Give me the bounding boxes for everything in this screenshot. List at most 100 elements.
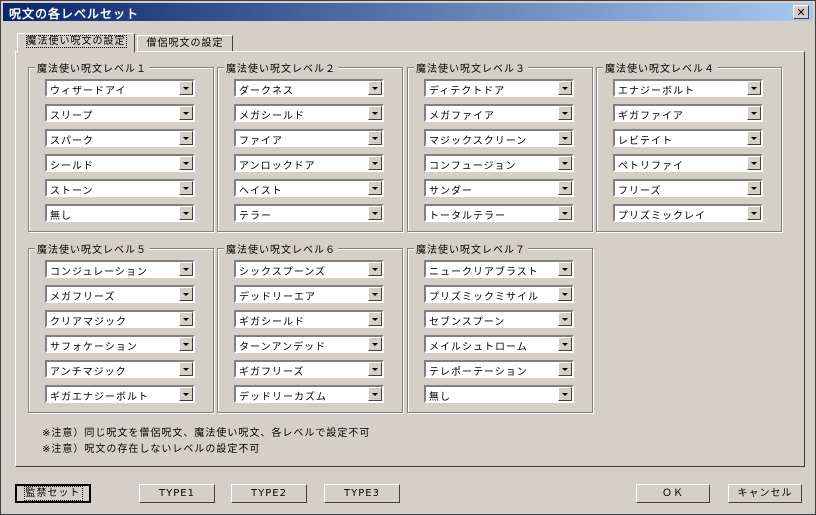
window-title: 呪文の各レベルセット — [9, 7, 140, 21]
spell-select[interactable]: 無し — [424, 385, 574, 403]
spell-select[interactable]: ギガファイア — [613, 104, 763, 122]
chevron-down-icon[interactable] — [368, 312, 382, 326]
spell-select[interactable]: エナジーボルト — [613, 79, 763, 97]
spell-select[interactable]: セブンスプーン — [424, 310, 574, 328]
spell-select[interactable]: ディテクトドア — [424, 79, 574, 97]
spell-select-value: フリーズ — [618, 186, 662, 197]
chevron-down-icon[interactable] — [558, 206, 572, 220]
type2-button[interactable]: TYPE2 — [231, 484, 307, 503]
spell-select[interactable]: ギガエナジーボルト — [45, 385, 195, 403]
preset-button[interactable]: 監禁セット — [15, 484, 91, 503]
spell-select[interactable]: フリーズ — [613, 179, 763, 197]
spell-select[interactable]: ギガシールド — [234, 310, 384, 328]
chevron-down-icon[interactable] — [558, 337, 572, 351]
spell-select[interactable]: スパーク — [45, 129, 195, 147]
tab-priest-spells[interactable]: 僧侶呪文の設定 — [137, 35, 233, 52]
chevron-down-icon[interactable] — [747, 206, 761, 220]
chevron-down-icon[interactable] — [368, 181, 382, 195]
chevron-down-icon[interactable] — [179, 387, 193, 401]
spell-select[interactable]: レビテイト — [613, 129, 763, 147]
chevron-down-icon[interactable] — [558, 131, 572, 145]
spell-select[interactable]: デッドリーエア — [234, 285, 384, 303]
chevron-down-icon[interactable] — [558, 287, 572, 301]
chevron-down-icon[interactable] — [558, 387, 572, 401]
chevron-down-icon[interactable] — [179, 81, 193, 95]
spell-select[interactable]: メガフリーズ — [45, 285, 195, 303]
spell-select[interactable]: メガシールド — [234, 104, 384, 122]
chevron-down-icon[interactable] — [558, 362, 572, 376]
chevron-down-icon[interactable] — [368, 156, 382, 170]
chevron-down-icon[interactable] — [558, 181, 572, 195]
chevron-down-icon[interactable] — [179, 131, 193, 145]
chevron-down-icon[interactable] — [179, 287, 193, 301]
chevron-down-icon[interactable] — [747, 106, 761, 120]
spell-select[interactable]: ターンアンデッド — [234, 335, 384, 353]
spell-select[interactable]: サフォケーション — [45, 335, 195, 353]
spell-select-value: スパーク — [50, 136, 94, 147]
chevron-down-icon[interactable] — [368, 206, 382, 220]
chevron-down-icon[interactable] — [558, 262, 572, 276]
spell-select[interactable]: クリアマジック — [45, 310, 195, 328]
chevron-down-icon[interactable] — [368, 262, 382, 276]
chevron-down-icon[interactable] — [368, 106, 382, 120]
chevron-down-icon[interactable] — [179, 156, 193, 170]
spell-select[interactable]: ダークネス — [234, 79, 384, 97]
spell-select-value: トータルテラー — [429, 211, 506, 222]
spell-select[interactable]: マジックスクリーン — [424, 129, 574, 147]
close-button[interactable]: ✕ — [793, 5, 809, 19]
ok-button[interactable]: ＯＫ — [636, 484, 710, 503]
spell-select[interactable]: プリズミックミサイル — [424, 285, 574, 303]
tab-wizard-spells-label: 魔法使い呪文の設定 — [25, 35, 127, 48]
chevron-down-icon[interactable] — [558, 156, 572, 170]
chevron-down-icon[interactable] — [179, 362, 193, 376]
spell-select[interactable]: プリズミックレイ — [613, 204, 763, 222]
chevron-down-icon[interactable] — [558, 81, 572, 95]
spell-select[interactable]: アンチマジック — [45, 360, 195, 378]
chevron-down-icon[interactable] — [179, 181, 193, 195]
chevron-down-icon[interactable] — [179, 262, 193, 276]
chevron-down-icon[interactable] — [747, 81, 761, 95]
spell-select[interactable]: デッドリーカズム — [234, 385, 384, 403]
spell-select-value: ギガエナジーボルト — [50, 392, 149, 403]
chevron-down-icon[interactable] — [179, 312, 193, 326]
spell-select[interactable]: メガファイア — [424, 104, 574, 122]
chevron-down-icon[interactable] — [558, 106, 572, 120]
chevron-down-icon[interactable] — [368, 387, 382, 401]
spell-select[interactable]: トータルテラー — [424, 204, 574, 222]
chevron-down-icon[interactable] — [368, 131, 382, 145]
chevron-down-icon[interactable] — [368, 81, 382, 95]
chevron-down-icon[interactable] — [179, 206, 193, 220]
spell-select[interactable]: シックスプーンズ — [234, 260, 384, 278]
spell-select[interactable]: サンダー — [424, 179, 574, 197]
chevron-down-icon[interactable] — [747, 181, 761, 195]
chevron-down-icon[interactable] — [368, 337, 382, 351]
type3-button[interactable]: TYPE3 — [324, 484, 400, 503]
spell-select[interactable]: シールド — [45, 154, 195, 172]
spell-select[interactable]: コンフュージョン — [424, 154, 574, 172]
spell-select[interactable]: テラー — [234, 204, 384, 222]
tab-wizard-spells[interactable]: 魔法使い呪文の設定 — [17, 33, 135, 53]
spell-select[interactable]: コンジュレーション — [45, 260, 195, 278]
chevron-down-icon[interactable] — [179, 337, 193, 351]
spell-select[interactable]: テレポーテーション — [424, 360, 574, 378]
spell-select[interactable]: メイルシュトローム — [424, 335, 574, 353]
spell-select[interactable]: ウィザードアイ — [45, 79, 195, 97]
chevron-down-icon[interactable] — [558, 312, 572, 326]
chevron-down-icon[interactable] — [368, 362, 382, 376]
spell-select[interactable]: アンロックドア — [234, 154, 384, 172]
spell-select[interactable]: ニュークリアブラスト — [424, 260, 574, 278]
spell-select[interactable]: ファイア — [234, 129, 384, 147]
spell-select[interactable]: ペトリファイ — [613, 154, 763, 172]
chevron-down-icon[interactable] — [179, 106, 193, 120]
spell-select-value: コンフュージョン — [429, 161, 517, 172]
chevron-down-icon[interactable] — [747, 131, 761, 145]
spell-select[interactable]: 無し — [45, 204, 195, 222]
type1-button[interactable]: TYPE1 — [139, 484, 215, 503]
spell-select[interactable]: ストーン — [45, 179, 195, 197]
spell-select[interactable]: スリープ — [45, 104, 195, 122]
cancel-button[interactable]: キャンセル — [728, 484, 802, 503]
chevron-down-icon[interactable] — [747, 156, 761, 170]
spell-select[interactable]: ヘイスト — [234, 179, 384, 197]
chevron-down-icon[interactable] — [368, 287, 382, 301]
spell-select[interactable]: ギガフリーズ — [234, 360, 384, 378]
